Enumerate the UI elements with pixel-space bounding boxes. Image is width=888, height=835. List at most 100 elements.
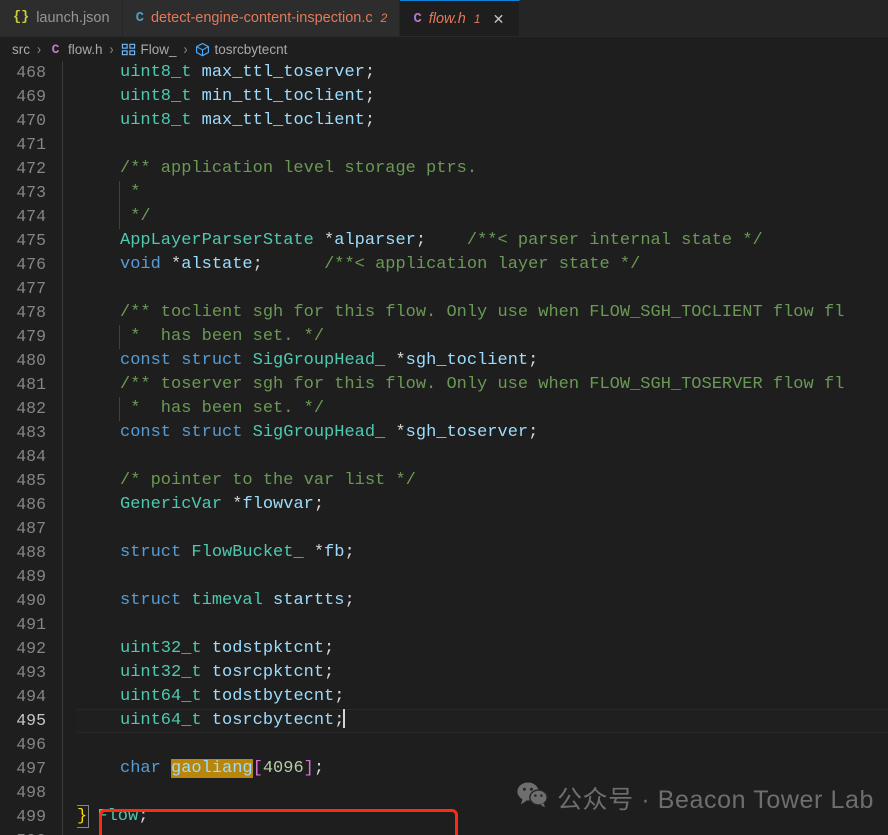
token-punc: ;: [252, 255, 263, 274]
c-file-icon: C: [135, 10, 144, 26]
code-line-content: [77, 445, 888, 469]
code-line-content: struct timeval startts;: [77, 589, 888, 613]
token-var: tosrcpktcnt: [211, 663, 325, 682]
token-punc: ;: [528, 351, 539, 370]
editor-tab-flow-h[interactable]: Cflow.h 1 ✕: [400, 0, 520, 36]
code-line[interactable]: 497 char gaoliang[4096];: [0, 757, 888, 781]
line-number: 485: [16, 471, 46, 490]
gutter-separator: [62, 421, 77, 445]
code-line[interactable]: 479 * has been set. */: [0, 325, 888, 349]
code-line[interactable]: 490 struct timeval startts;: [0, 589, 888, 613]
line-number: 497: [16, 759, 46, 778]
token-kw: const: [120, 423, 172, 442]
token-comment: /** toclient sgh for this flow. Only use…: [120, 303, 845, 322]
code-line[interactable]: 477: [0, 277, 888, 301]
token-comment: * has been set. */: [120, 327, 325, 346]
gutter-separator: [62, 733, 77, 757]
code-editor[interactable]: 468 uint8_t max_ttl_toserver; 469 uint8_t…: [0, 61, 888, 835]
gutter-separator: [62, 229, 77, 253]
gutter-separator: [62, 157, 77, 181]
tab-label: detect-engine-content-inspection.c: [150, 10, 373, 26]
code-line[interactable]: 486 GenericVar *flowvar;: [0, 493, 888, 517]
code-line[interactable]: 472 /** application level storage ptrs.: [0, 157, 888, 181]
token-comment: /** toserver sgh for this flow. Only use…: [120, 375, 845, 394]
token-var: flowvar: [242, 495, 314, 514]
code-line[interactable]: 491: [0, 613, 888, 637]
gutter-separator: [62, 541, 77, 565]
code-line-content: const struct SigGroupHead_ *sgh_toserver…: [77, 421, 888, 445]
code-line[interactable]: 494 uint64_t todstbytecnt;: [0, 685, 888, 709]
code-line[interactable]: 482 * has been set. */: [0, 397, 888, 421]
line-number: 495: [16, 711, 46, 730]
token-kw: struct: [181, 351, 243, 370]
breadcrumb-item-src[interactable]: src: [10, 42, 32, 57]
breadcrumb-separator-icon: ›: [183, 40, 188, 58]
code-line[interactable]: 480 const struct SigGroupHead_ *sgh_tocl…: [0, 349, 888, 373]
code-line[interactable]: 489: [0, 565, 888, 589]
gutter-separator: [62, 277, 77, 301]
code-line[interactable]: 470 uint8_t max_ttl_toclient;: [0, 109, 888, 133]
wechat-icon: [517, 782, 548, 815]
code-line[interactable]: 492 uint32_t todstpktcnt;: [0, 637, 888, 661]
code-line[interactable]: 495 uint64_t tosrcbytecnt;: [0, 709, 888, 733]
code-line-content: [77, 277, 888, 301]
token-comment: /**< application layer state */: [324, 255, 641, 274]
code-line[interactable]: 483 const struct SigGroupHead_ *sgh_tose…: [0, 421, 888, 445]
token-type: uint32_t: [120, 663, 202, 682]
code-line[interactable]: 478 /** toclient sgh for this flow. Only…: [0, 301, 888, 325]
close-icon[interactable]: ✕: [491, 12, 507, 26]
line-number: 477: [16, 279, 46, 298]
gutter-separator: [62, 709, 77, 733]
token-type: GenericVar: [120, 495, 223, 514]
token-punc: ;: [324, 663, 335, 682]
code-line[interactable]: 475 AppLayerParserState *alparser; /**< …: [0, 229, 888, 253]
token-punc: ;: [313, 759, 325, 778]
gutter-separator: [62, 757, 77, 781]
code-line[interactable]: 500: [0, 829, 888, 835]
code-line[interactable]: 474 */: [0, 205, 888, 229]
code-line[interactable]: 469 uint8_t min_ttl_toclient;: [0, 85, 888, 109]
token-type: timeval: [191, 591, 263, 610]
code-line[interactable]: 496: [0, 733, 888, 757]
json-braces-icon: {}: [13, 10, 30, 26]
token-var: todstbytecnt: [211, 687, 335, 706]
line-number: 494: [16, 687, 46, 706]
code-line[interactable]: 485 /* pointer to the var list */: [0, 469, 888, 493]
code-line-content: uint8_t min_ttl_toclient;: [77, 85, 888, 109]
code-line[interactable]: 476 void *alstate; /**< application laye…: [0, 253, 888, 277]
indent-space: [77, 181, 120, 205]
breadcrumb-item-tosrcbytecnt[interactable]: tosrcbytecnt: [193, 42, 290, 57]
editor-tab-detect-engine-content-inspection-c[interactable]: Cdetect-engine-content-inspection.c 2: [122, 0, 401, 36]
code-line-content: GenericVar *flowvar;: [77, 493, 888, 517]
code-line[interactable]: 493 uint32_t tosrcpktcnt;: [0, 661, 888, 685]
breadcrumb-item-flow-h[interactable]: Cflow.h: [46, 42, 105, 57]
tab-label: launch.json: [36, 10, 110, 26]
tab-problem-badge: 2: [380, 11, 388, 25]
text-cursor: [343, 709, 346, 728]
breadcrumb-item-flow-[interactable]: Flow_: [119, 42, 179, 57]
code-line-content: /** application level storage ptrs.: [77, 157, 888, 181]
code-line-content: AppLayerParserState *alparser; /**< pars…: [77, 229, 888, 253]
code-line[interactable]: 488 struct FlowBucket_ *fb;: [0, 541, 888, 565]
gutter-separator: [62, 805, 77, 829]
code-line[interactable]: 484: [0, 445, 888, 469]
editor-tab-launch-json[interactable]: {} launch.json: [0, 0, 123, 36]
code-line-content: */: [77, 205, 888, 229]
line-number: 500: [0, 829, 62, 835]
code-line[interactable]: 473 *: [0, 181, 888, 205]
code-line-content: char gaoliang[4096];: [77, 757, 888, 781]
code-line[interactable]: 471: [0, 133, 888, 157]
code-line[interactable]: 487: [0, 517, 888, 541]
code-line[interactable]: 468 uint8_t max_ttl_toserver;: [0, 61, 888, 85]
code-line[interactable]: 481 /** toserver sgh for this flow. Only…: [0, 373, 888, 397]
